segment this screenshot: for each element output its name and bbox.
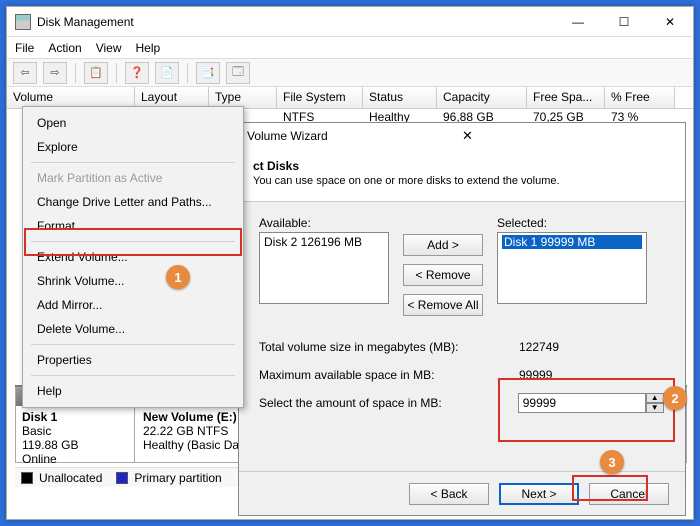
toolbar: ⇦ ⇨ 📋 ❓ 📄 📑 🗔	[7, 59, 693, 87]
col-pfree[interactable]: % Free	[605, 87, 675, 108]
col-filesystem[interactable]: File System	[277, 87, 363, 108]
selected-label: Selected:	[497, 216, 647, 230]
next-button[interactable]: Next >	[499, 483, 579, 505]
amount-input[interactable]	[518, 393, 646, 413]
ctx-change-letter[interactable]: Change Drive Letter and Paths...	[25, 190, 241, 214]
ctx-help[interactable]: Help	[25, 379, 241, 403]
back-icon[interactable]: ⇦	[13, 62, 37, 84]
col-status[interactable]: Status	[363, 87, 437, 108]
ctx-add-mirror[interactable]: Add Mirror...	[25, 293, 241, 317]
minimize-button[interactable]: —	[555, 8, 601, 36]
col-layout[interactable]: Layout	[135, 87, 209, 108]
help-icon[interactable]: ❓	[125, 62, 149, 84]
close-button[interactable]: ✕	[647, 8, 693, 36]
ctx-properties[interactable]: Properties	[25, 348, 241, 372]
ctx-delete-volume[interactable]: Delete Volume...	[25, 317, 241, 341]
context-menu: Open Explore Mark Partition as Active Ch…	[22, 106, 244, 408]
ctx-format[interactable]: Format...	[25, 214, 241, 238]
back-button[interactable]: < Back	[409, 483, 489, 505]
ctx-open[interactable]: Open	[25, 111, 241, 135]
menu-help[interactable]: Help	[136, 41, 161, 55]
col-free[interactable]: Free Spa...	[527, 87, 605, 108]
primary-swatch	[116, 472, 128, 484]
menubar: File Action View Help	[7, 37, 693, 59]
unallocated-swatch	[21, 472, 33, 484]
add-button[interactable]: Add >	[403, 234, 483, 256]
disk-name: Disk 1	[22, 410, 57, 424]
wizard-footer: < Back Next > Cancel	[239, 471, 685, 515]
col-type[interactable]: Type	[209, 87, 277, 108]
cancel-button[interactable]: Cancel	[589, 483, 669, 505]
toolbar-icon[interactable]: 📋	[84, 62, 108, 84]
toolbar-divider	[75, 63, 76, 83]
available-label: Available:	[259, 216, 389, 230]
app-icon	[15, 14, 31, 30]
toolbar-icon[interactable]: 📄	[155, 62, 179, 84]
menu-view[interactable]: View	[96, 41, 122, 55]
ctx-mark-active: Mark Partition as Active	[25, 166, 241, 190]
wizard-header: ct Disks You can use space on one or mor…	[239, 149, 685, 202]
ctx-shrink-volume[interactable]: Shrink Volume...	[25, 269, 241, 293]
menu-file[interactable]: File	[15, 41, 34, 55]
remove-button[interactable]: < Remove	[403, 264, 483, 286]
total-size-value: 122749	[519, 340, 647, 354]
forward-icon[interactable]: ⇨	[43, 62, 67, 84]
toolbar-icon[interactable]: 📑	[196, 62, 220, 84]
wizard-titlebar: Volume Wizard ✕	[239, 123, 685, 149]
ctx-extend-volume[interactable]: Extend Volume...	[25, 245, 241, 269]
toolbar-divider	[187, 63, 188, 83]
badge-1: 1	[166, 265, 190, 289]
badge-2: 2	[663, 386, 687, 410]
selected-disks-list[interactable]: Disk 1 99999 MB	[497, 232, 647, 304]
wizard-close-button[interactable]: ✕	[462, 128, 677, 144]
menu-action[interactable]: Action	[48, 41, 81, 55]
remove-all-button[interactable]: < Remove All	[403, 294, 483, 316]
amount-spinner[interactable]: ▲ ▼	[518, 393, 665, 413]
available-disks-list[interactable]: Disk 2 126196 MB	[259, 232, 389, 304]
col-volume[interactable]: Volume	[7, 87, 135, 108]
spin-down-icon[interactable]: ▼	[646, 403, 664, 413]
titlebar: Disk Management — ☐ ✕	[7, 7, 693, 37]
badge-3: 3	[600, 450, 624, 474]
toolbar-icon[interactable]: 🗔	[226, 62, 250, 84]
toolbar-divider	[116, 63, 117, 83]
col-capacity[interactable]: Capacity	[437, 87, 527, 108]
maximize-button[interactable]: ☐	[601, 8, 647, 36]
max-space-value: 99999	[519, 368, 647, 382]
window-title: Disk Management	[37, 15, 555, 29]
ctx-explore[interactable]: Explore	[25, 135, 241, 159]
spin-up-icon[interactable]: ▲	[646, 393, 664, 403]
